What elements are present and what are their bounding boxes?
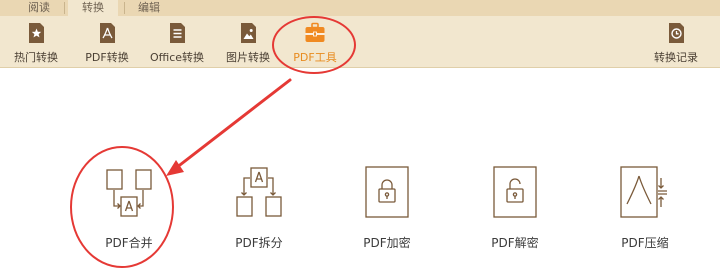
pdf-split-tool[interactable]: PDF拆分 (214, 160, 304, 260)
pdf-merge-icon (106, 169, 152, 217)
pdf-merge-tool[interactable]: PDF合并 (84, 160, 174, 260)
pdf-encrypt-tool[interactable]: PDF加密 (342, 160, 432, 260)
feature-label: PDF解密 (491, 236, 539, 250)
feature-label: PDF压缩 (621, 236, 669, 250)
lock-icon (365, 166, 409, 218)
pdf-compress-tool[interactable]: PDF压缩 (600, 160, 690, 260)
compress-icon (620, 166, 667, 218)
feature-label: PDF拆分 (235, 236, 283, 250)
feature-label: PDF合并 (105, 236, 153, 250)
pdf-decrypt-tool[interactable]: PDF解密 (470, 160, 560, 260)
feature-label: PDF加密 (363, 236, 411, 250)
pdf-split-icon (236, 167, 282, 217)
unlock-icon (493, 166, 537, 218)
